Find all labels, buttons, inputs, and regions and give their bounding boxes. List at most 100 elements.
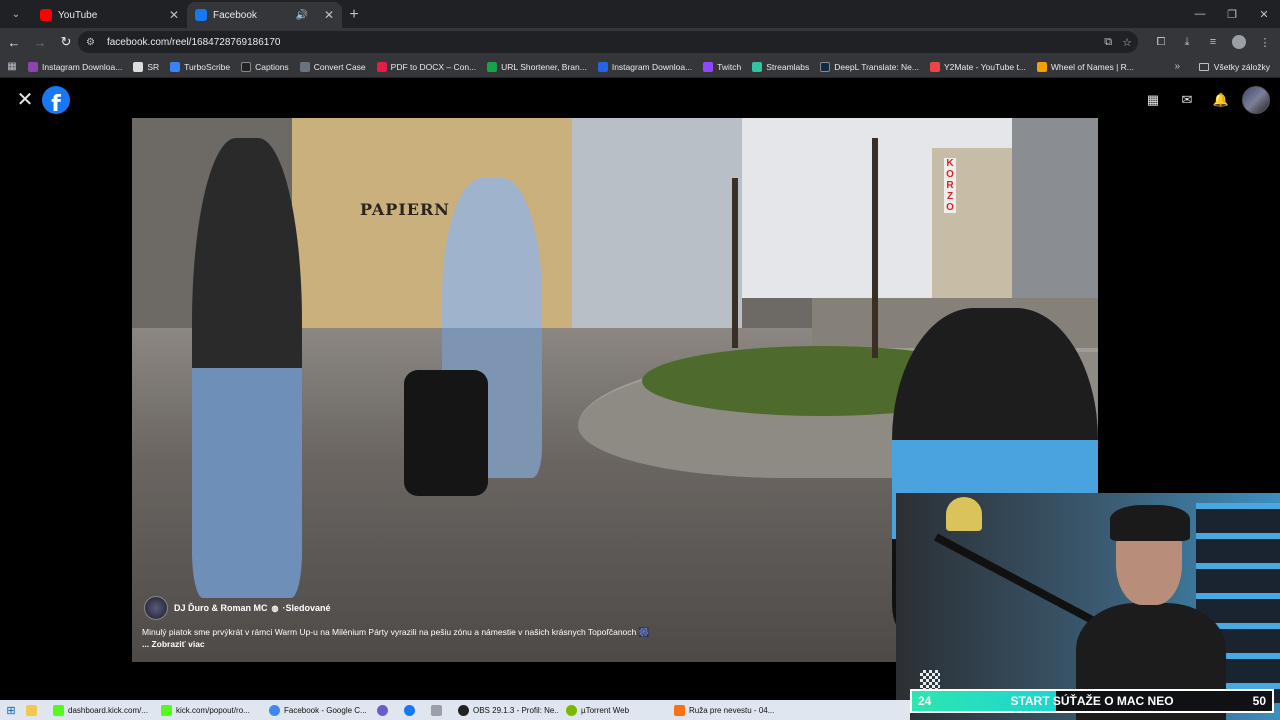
close-icon[interactable]: ✕ [14, 88, 36, 111]
bookmark-item[interactable]: SR [133, 61, 159, 72]
taskbar-item[interactable]: Facebook - Google C... [265, 701, 369, 719]
follow-status[interactable]: Sledované [286, 603, 331, 613]
address-bar[interactable]: ⚙ facebook.com/reel/1684728769186170 ⧉ ☆ [78, 31, 1138, 53]
chevron-down-icon: ⌄ [11, 8, 21, 20]
tab-youtube[interactable]: YouTube ✕ [32, 2, 187, 28]
install-app-icon[interactable]: ⧉ [1104, 36, 1112, 49]
download-icon[interactable]: ⤓ [1176, 31, 1198, 53]
bookmark-favicon-icon [930, 61, 940, 72]
bookmark-item[interactable]: Captions [241, 61, 289, 72]
video-tree [872, 138, 878, 358]
speaker-icon[interactable]: 🔊 [295, 10, 307, 21]
close-tab-icon[interactable]: ✕ [324, 8, 334, 22]
tab-facebook[interactable]: Facebook 🔊 ✕ [187, 2, 342, 28]
chrome-icon [269, 704, 280, 716]
minimize-icon[interactable]: — [1184, 0, 1216, 28]
extensions-icon[interactable]: ⧠ [1150, 31, 1172, 53]
bookmarks-bar: ▦ Instagram Downloa... SR TurboScribe Ca… [0, 56, 1280, 78]
tab-search-button[interactable]: ⌄ [4, 2, 28, 26]
bookmark-item[interactable]: Instagram Downloa... [28, 61, 122, 72]
taskbar-item[interactable]: µTorrent Web [562, 701, 666, 719]
folder-icon [1198, 63, 1209, 71]
taskbar-item[interactable]: Ruža pre nevestu - 04... [670, 701, 774, 719]
window-controls: — ❐ ✕ [1184, 0, 1280, 28]
bookmark-favicon-icon [703, 61, 714, 72]
bookmark-item[interactable]: Convert Case [299, 61, 366, 72]
menu-kebab-icon[interactable]: ⋮ [1254, 31, 1276, 53]
facebook-icon [195, 9, 207, 21]
bookmark-favicon-icon [1036, 61, 1047, 72]
profile-icon[interactable] [1228, 31, 1250, 53]
facebook-logo-icon[interactable]: f [42, 86, 70, 114]
bookmark-item[interactable]: Instagram Downloa... [597, 61, 692, 72]
restore-icon[interactable]: ❐ [1216, 0, 1248, 28]
snipping-icon[interactable] [427, 701, 450, 719]
toolbar-actions: ⧠ ⤓ ≡ ⋮ [1150, 30, 1276, 54]
omnibox-actions: ⧉ ☆ [1104, 31, 1132, 53]
reload-icon[interactable]: ↻ [54, 30, 78, 54]
bookmark-favicon-icon [820, 61, 831, 72]
forward-icon[interactable]: → [28, 30, 52, 54]
apps-grid-icon[interactable]: ▦ [0, 61, 24, 72]
see-more-link[interactable]: ... Zobraziť viac [142, 639, 205, 649]
reading-list-icon[interactable]: ≡ [1202, 31, 1224, 53]
messenger-icon[interactable]: ✉ [1174, 87, 1200, 113]
page-name[interactable]: DJ Ďuro & Roman MC [174, 603, 268, 613]
fb-header-actions: ▦ ✉ 🔔 [1140, 86, 1270, 114]
bookmark-favicon-icon [752, 61, 763, 72]
taskbar-item[interactable]: kick.com/popout/ro... [157, 701, 261, 719]
site-info-icon[interactable]: ⚙ [86, 37, 95, 48]
all-bookmarks-button[interactable]: Všetky záložky [1198, 56, 1270, 78]
close-tab-icon[interactable]: ✕ [169, 8, 179, 22]
bookmark-favicon-icon [241, 61, 252, 72]
obs-icon [458, 704, 469, 716]
bookmark-favicon-icon [597, 61, 608, 72]
bookmark-item[interactable]: DeepL Translate: Ne... [820, 61, 919, 72]
taskbar-item[interactable]: dashboard.kick.com/... [49, 701, 153, 719]
bookmark-item[interactable]: URL Shortener, Bran... [487, 61, 587, 72]
avatar[interactable] [1242, 86, 1270, 114]
page-avatar[interactable] [144, 596, 168, 620]
browser-toolbar: ← → ↻ ⚙ facebook.com/reel/16847287691861… [0, 28, 1280, 56]
bookmark-item[interactable]: Streamlabs [752, 61, 809, 72]
bell-icon[interactable]: 🔔 [1208, 87, 1234, 113]
video-building [1012, 118, 1098, 308]
new-tab-button[interactable]: + [342, 3, 366, 27]
kick-icon [53, 704, 64, 716]
file-explorer-icon[interactable] [22, 701, 45, 719]
bookmark-favicon-icon [376, 61, 387, 72]
reel-caption: Minulý piatok sme prvýkrát v rámci Warm … [142, 626, 702, 650]
bookmark-item[interactable]: Wheel of Names | R... [1036, 61, 1134, 72]
giveaway-goal: 50 [1252, 694, 1266, 708]
giveaway-text: START SÚŤAŽE O MAC NEO [1010, 694, 1174, 708]
back-icon[interactable]: ← [2, 30, 26, 54]
shop-sign: PAPIERN [360, 200, 450, 219]
chevron-right-icon[interactable]: » [1174, 61, 1180, 72]
youtube-icon [40, 9, 52, 21]
kick-icon [161, 704, 172, 716]
bookmark-favicon-icon [299, 61, 310, 72]
menu-grid-icon[interactable]: ▦ [1140, 87, 1166, 113]
taskbar-item[interactable]: OBS 29.1.3 - Profil: Ne... [454, 701, 558, 719]
video-building [572, 118, 742, 328]
windows-taskbar: ⊞ dashboard.kick.com/... kick.com/popout… [0, 700, 910, 720]
tab-title: Facebook [213, 9, 257, 21]
pixel-sparkle-icon [920, 670, 940, 690]
video-tree [732, 178, 738, 348]
giveaway-progress-bar: 24 START SÚŤAŽE O MAC NEO 50 [910, 689, 1274, 713]
messenger-app-icon[interactable] [400, 701, 423, 719]
reel-author-row: DJ Ďuro & Roman MC ◍ · Sledované [144, 596, 331, 620]
bookmark-item[interactable]: PDF to DOCX – Con... [376, 61, 476, 72]
tab-strip: ⌄ YouTube ✕ Facebook 🔊 ✕ + — ❐ ✕ [0, 0, 1280, 28]
bookmark-star-icon[interactable]: ☆ [1122, 36, 1132, 49]
bookmark-item[interactable]: Y2Mate - YouTube t... [930, 61, 1026, 72]
bookmark-favicon-icon [133, 61, 144, 72]
video-speaker [404, 370, 488, 496]
utorrent-icon [566, 704, 577, 716]
close-window-icon[interactable]: ✕ [1248, 0, 1280, 28]
bookmark-item[interactable]: Twitch [703, 61, 741, 72]
video-person-dj [192, 138, 302, 598]
headset-icon[interactable] [373, 701, 396, 719]
windows-start-icon[interactable]: ⊞ [0, 704, 22, 717]
bookmark-item[interactable]: TurboScribe [170, 61, 230, 72]
